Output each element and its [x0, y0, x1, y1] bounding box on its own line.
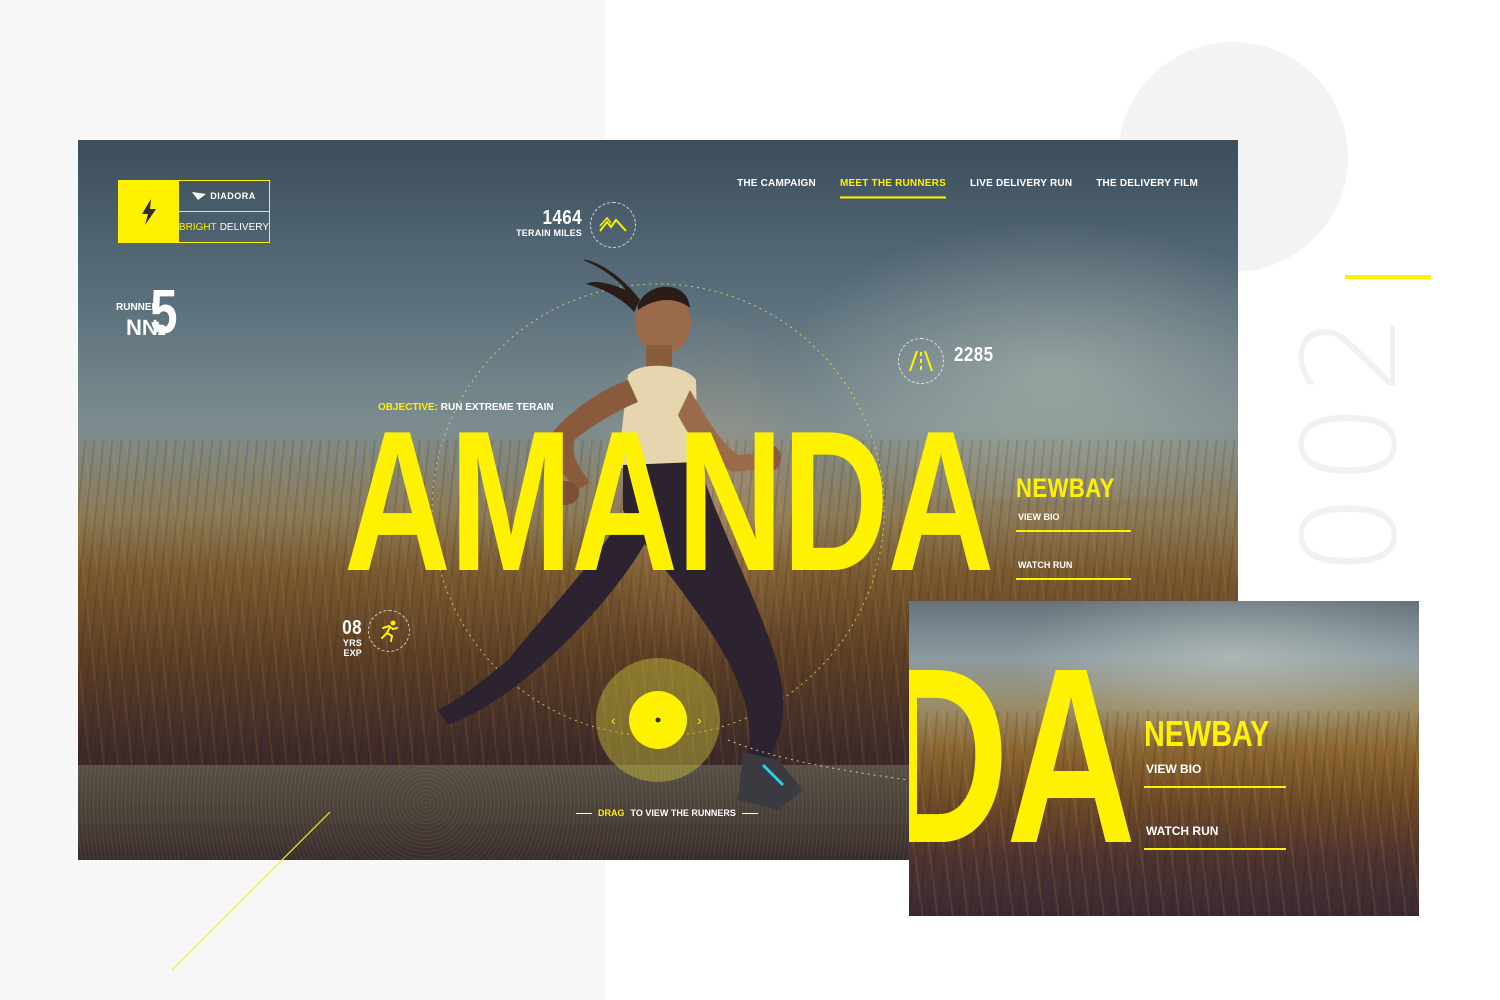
logo-tag-highlight: BRIGHT [178, 221, 217, 233]
runner-number-badge: RUNNER N№ 5 [116, 282, 196, 346]
presentation-canvas: 002 ‹ › DIADORA BRIGHT DELIVERY THE CAMP… [0, 0, 1500, 1000]
runner-city-detail: NEWBAY [1144, 713, 1270, 754]
drag-hint: DRAG TO VIEW THE RUNNERS [576, 808, 758, 818]
stat-experience-label: YRS EXP [342, 638, 362, 658]
logo-brand-text: DIADORA [210, 191, 256, 201]
diadora-mark-icon [192, 192, 207, 200]
runner-number: 5 [150, 278, 178, 347]
nav-item-the-delivery-film[interactable]: THE DELIVERY FILM [1096, 178, 1198, 199]
main-nav: THE CAMPAIGN MEET THE RUNNERS LIVE DELIV… [737, 178, 1198, 199]
brand-logo[interactable]: DIADORA BRIGHT DELIVERY [118, 180, 270, 243]
runner-city: NEWBAY [1016, 473, 1115, 503]
view-bio-link-detail[interactable]: VIEW BIO [1144, 754, 1286, 788]
drag-key: DRAG [598, 808, 625, 818]
runner-side-info-detail: NEWBAY VIEW BIO WATCH RUN [1144, 714, 1304, 850]
stat-distance-value: 2285 [954, 344, 994, 366]
watch-run-link[interactable]: WATCH RUN [1016, 554, 1131, 580]
runner-side-info: NEWBAY VIEW BIO WATCH RUN [1016, 473, 1136, 580]
runner-name-detail: DA [909, 616, 1136, 895]
view-bio-link[interactable]: VIEW BIO [1016, 506, 1131, 532]
nav-item-the-campaign[interactable]: THE CAMPAIGN [737, 178, 816, 199]
mountain-icon [590, 202, 636, 248]
stat-distance: 2285 [954, 345, 1001, 365]
drag-rest: TO VIEW THE RUNNERS [630, 808, 736, 818]
runner-name: AMANDA [344, 390, 994, 613]
logo-tag-rest: DELIVERY [219, 221, 269, 233]
lightning-bolt-icon [119, 181, 179, 242]
nav-item-live-delivery-run[interactable]: LIVE DELIVERY RUN [970, 178, 1072, 199]
stat-miles-label: TERAIN MILES [516, 228, 582, 238]
watch-run-link-detail[interactable]: WATCH RUN [1144, 816, 1286, 850]
page-number: 002 [1274, 303, 1426, 577]
stat-experience-value: 08 [342, 617, 362, 639]
stat-years-experience: 08 YRS EXP [324, 618, 362, 658]
running-figure-icon [368, 610, 410, 652]
stat-miles-value: 1464 [542, 207, 582, 229]
decorative-accent-line [1345, 275, 1431, 279]
stat-terain-miles: 1464 TERAIN MILES [512, 208, 582, 238]
nav-item-meet-the-runners[interactable]: MEET THE RUNNERS [839, 178, 946, 199]
drag-runner-carousel-handle[interactable] [596, 658, 720, 782]
road-icon [898, 338, 944, 384]
detail-zoom-screen: DA NEWBAY VIEW BIO WATCH RUN [909, 601, 1419, 916]
